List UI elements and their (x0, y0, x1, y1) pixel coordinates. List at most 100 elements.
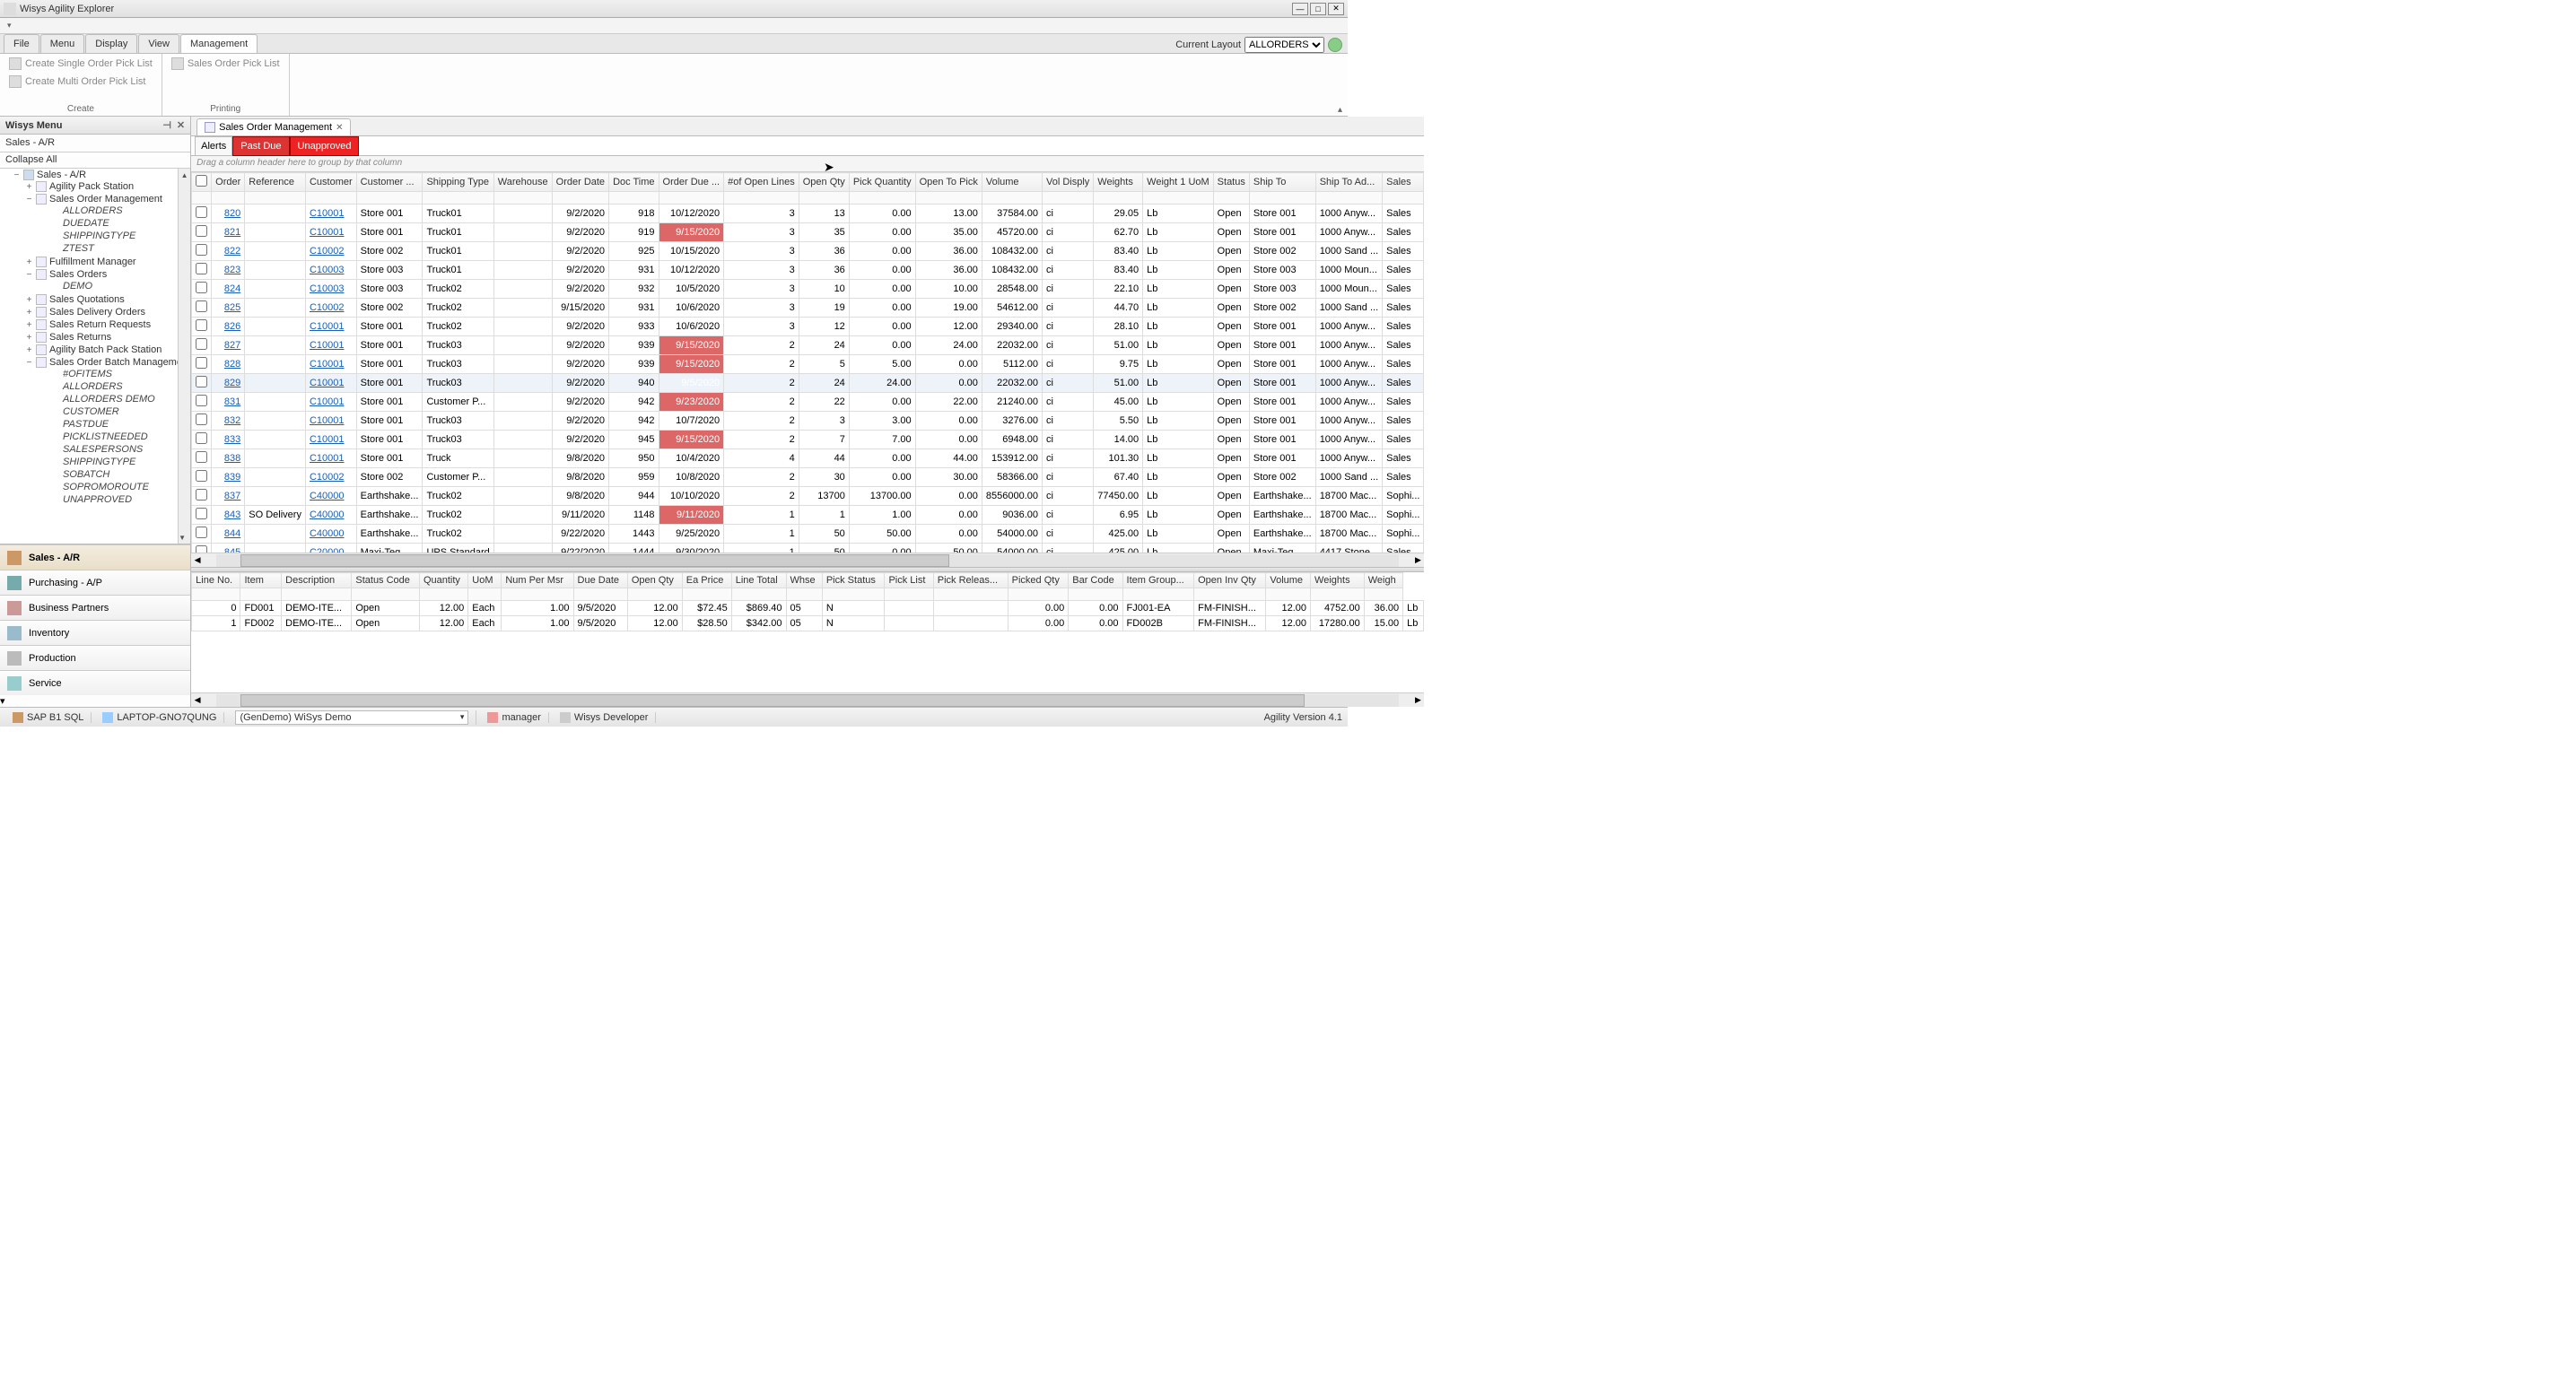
tree-sales-returns[interactable]: +Sales Returns (25, 332, 190, 343)
nav-production[interactable]: Production (0, 645, 190, 670)
col--of-open-lines[interactable]: #of Open Lines (724, 173, 799, 192)
ribbon-create-single-order-pick-list[interactable]: Create Single Order Pick List (7, 56, 154, 72)
table-row[interactable]: 837C40000Earthshake...Truck029/8/2020944… (192, 487, 1424, 506)
detail-grid[interactable]: Line No.ItemDescriptionStatus CodeQuanti… (191, 572, 1424, 692)
tree-sales-quotations[interactable]: +Sales Quotations (25, 294, 190, 305)
dcol-pick-status[interactable]: Pick Status (822, 573, 885, 588)
tree-agility-pack-station[interactable]: +Agility Pack Station (25, 181, 190, 192)
dcol-pick-list[interactable]: Pick List (885, 573, 933, 588)
orders-grid[interactable]: OrderReferenceCustomerCustomer ...Shippi… (191, 172, 1424, 553)
dcol-status-code[interactable]: Status Code (352, 573, 420, 588)
tree-shippingtype[interactable]: SHIPPINGTYPE (38, 231, 190, 241)
nav-sales-a-r[interactable]: Sales - A/R (0, 544, 190, 570)
tree-duedate[interactable]: DUEDATE (38, 218, 190, 229)
col-open-to-pick[interactable]: Open To Pick (915, 173, 982, 192)
tree-allorders[interactable]: ALLORDERS (38, 205, 190, 216)
tab-file[interactable]: File (4, 34, 39, 53)
col-weight-1-uom[interactable]: Weight 1 UoM (1143, 173, 1214, 192)
tree-customer[interactable]: CUSTOMER (38, 406, 190, 417)
col-weights[interactable]: Weights (1094, 173, 1143, 192)
refresh-icon[interactable] (1328, 38, 1342, 52)
col-ship-to-ad-[interactable]: Ship To Ad... (1315, 173, 1382, 192)
tree-pastdue[interactable]: PASTDUE (38, 419, 190, 430)
tree-sales-return-requests[interactable]: +Sales Return Requests (25, 319, 190, 330)
col-order[interactable]: Order (212, 173, 245, 192)
table-row[interactable]: 825C10002Store 002Truck029/15/202093110/… (192, 299, 1424, 318)
col-pick-quantity[interactable]: Pick Quantity (849, 173, 915, 192)
detail-row[interactable]: 0FD001DEMO-ITE...Open12.00Each1.009/5/20… (192, 601, 1424, 616)
nav-purchasing-a-p[interactable]: Purchasing - A/P (0, 570, 190, 595)
tree-allorders-demo[interactable]: ALLORDERS DEMO (38, 394, 190, 405)
tab-menu[interactable]: Menu (40, 34, 85, 53)
sidebar-pin-icon[interactable]: ⊣ (162, 119, 171, 131)
dcol-weigh[interactable]: Weigh (1364, 573, 1402, 588)
col-vol-disply[interactable]: Vol Disply (1042, 173, 1093, 192)
tree-sales-order-management[interactable]: −Sales Order Management (25, 194, 190, 205)
col-volume[interactable]: Volume (982, 173, 1042, 192)
maximize-button[interactable]: □ (1310, 3, 1326, 15)
minimize-button[interactable]: — (1292, 3, 1308, 15)
dcol-quantity[interactable]: Quantity (419, 573, 467, 588)
col-open-qty[interactable]: Open Qty (799, 173, 849, 192)
tree-sopromoroute[interactable]: SOPROMOROUTE (38, 482, 190, 492)
table-row[interactable]: 839C10002Store 002Customer P...9/8/20209… (192, 468, 1424, 487)
col-warehouse[interactable]: Warehouse (493, 173, 552, 192)
dcol-whse[interactable]: Whse (786, 573, 822, 588)
table-row[interactable]: 843SO DeliveryC40000Earthshake...Truck02… (192, 506, 1424, 525)
tree-agility-batch-pack-station[interactable]: +Agility Batch Pack Station (25, 344, 190, 355)
table-row[interactable]: 827C10001Store 001Truck039/2/20209399/15… (192, 336, 1424, 355)
tree-allorders[interactable]: ALLORDERS (38, 381, 190, 392)
table-row[interactable]: 844C40000Earthshake...Truck029/22/202014… (192, 525, 1424, 544)
dcol-item[interactable]: Item (240, 573, 282, 588)
col-doc-time[interactable]: Doc Time (609, 173, 659, 192)
table-row[interactable]: 824C10003Store 003Truck029/2/202093210/5… (192, 280, 1424, 299)
nav-more[interactable]: ▾ (0, 695, 190, 707)
dcol-volume[interactable]: Volume (1266, 573, 1311, 588)
table-row[interactable]: 829C10001Store 001Truck039/2/20209409/5/… (192, 374, 1424, 393)
tree-shippingtype[interactable]: SHIPPINGTYPE (38, 457, 190, 467)
table-row[interactable]: 823C10003Store 003Truck019/2/202093110/1… (192, 261, 1424, 280)
table-row[interactable]: 828C10001Store 001Truck039/2/20209399/15… (192, 355, 1424, 374)
tree--ofitems[interactable]: #OFITEMS (38, 369, 190, 379)
dcol-uom[interactable]: UoM (468, 573, 502, 588)
ribbon-sales-order-pick-list[interactable]: Sales Order Pick List (170, 56, 282, 72)
table-row[interactable]: 833C10001Store 001Truck039/2/20209459/15… (192, 431, 1424, 449)
col-reference[interactable]: Reference (245, 173, 306, 192)
col-shipping-type[interactable]: Shipping Type (423, 173, 493, 192)
company-select[interactable]: (GenDemo) WiSys Demo▾ (235, 710, 468, 725)
group-by-hint[interactable]: Drag a column header here to group by th… (191, 156, 1424, 172)
dcol-open-inv-qty[interactable]: Open Inv Qty (1194, 573, 1266, 588)
dcol-weights[interactable]: Weights (1311, 573, 1365, 588)
tab-display[interactable]: Display (85, 34, 137, 53)
dcol-item-group-[interactable]: Item Group... (1122, 573, 1194, 588)
layout-select[interactable]: ALLORDERS (1244, 37, 1324, 53)
table-row[interactable]: 831C10001Store 001Customer P...9/2/20209… (192, 393, 1424, 412)
nav-business-partners[interactable]: Business Partners (0, 595, 190, 620)
tree-sales-delivery-orders[interactable]: +Sales Delivery Orders (25, 307, 190, 318)
col-customer[interactable]: Customer (305, 173, 356, 192)
tab-management[interactable]: Management (180, 34, 258, 53)
orders-hscroll[interactable]: ◀▶ (191, 553, 1424, 567)
dcol-description[interactable]: Description (282, 573, 352, 588)
sidebar-breadcrumb[interactable]: Sales - A/R (0, 135, 190, 152)
col-order-date[interactable]: Order Date (552, 173, 608, 192)
qat-dropdown[interactable]: ▾ (7, 21, 12, 30)
dcol-bar-code[interactable]: Bar Code (1069, 573, 1122, 588)
col-order-due-[interactable]: Order Due ... (659, 173, 724, 192)
col-ship-to[interactable]: Ship To (1249, 173, 1315, 192)
nav-tree[interactable]: −Sales - A/R+Agility Pack Station−Sales … (0, 169, 190, 544)
tab-view[interactable]: View (138, 34, 179, 53)
col-customer-[interactable]: Customer ... (356, 173, 423, 192)
table-row[interactable]: 822C10002Store 002Truck019/2/202092510/1… (192, 242, 1424, 261)
close-button[interactable]: ✕ (1328, 3, 1344, 15)
nav-inventory[interactable]: Inventory (0, 620, 190, 645)
ribbon-create-multi-order-pick-list[interactable]: Create Multi Order Pick List (7, 74, 147, 90)
table-row[interactable]: 821C10001Store 001Truck019/2/20209199/15… (192, 223, 1424, 242)
tree-salespersons[interactable]: SALESPERSONS (38, 444, 190, 455)
ribbon-collapse[interactable]: ▴ (1338, 105, 1342, 115)
dcol-open-qty[interactable]: Open Qty (627, 573, 682, 588)
alert-past-due[interactable]: Past Due (232, 136, 289, 156)
dcol-line-total[interactable]: Line Total (731, 573, 786, 588)
col-status[interactable]: Status (1213, 173, 1249, 192)
col-sales[interactable]: Sales (1383, 173, 1424, 192)
